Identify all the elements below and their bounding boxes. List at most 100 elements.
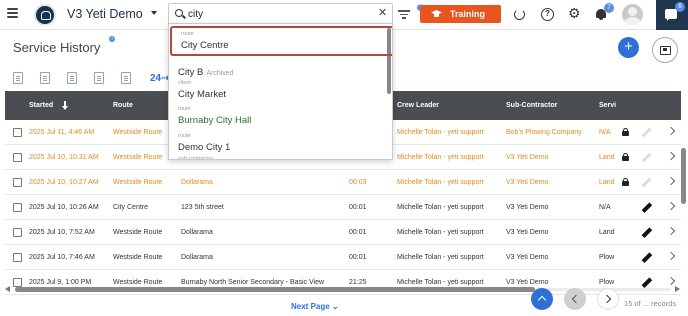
- chevron-right-icon[interactable]: [666, 176, 676, 186]
- col-route[interactable]: Route: [113, 102, 133, 109]
- sort-down-icon[interactable]: [62, 101, 67, 110]
- cell-duration: 00:01: [349, 204, 367, 211]
- cell-started: 2025 Jul 10, 7:52 AM: [29, 229, 95, 236]
- cell-site: Dollarama: [181, 254, 213, 261]
- scroll-thumb[interactable]: [15, 287, 535, 292]
- cell-site: Dollarama: [181, 229, 213, 236]
- cell-service: Land: [599, 229, 615, 236]
- export-icon[interactable]: [40, 72, 50, 84]
- chevron-right-icon[interactable]: [666, 126, 676, 136]
- company-name[interactable]: V3 Yeti Demo: [67, 7, 143, 21]
- add-button[interactable]: +: [618, 37, 639, 58]
- cell-started: 2025 Jul 10, 10:31 AM: [29, 154, 99, 161]
- cell-service: N/A: [599, 204, 611, 211]
- chevron-right-icon[interactable]: [666, 251, 676, 261]
- cell-sub: V3 Yeti Demo: [506, 204, 549, 211]
- records-count: 15 of ... records: [624, 299, 677, 308]
- menu-icon[interactable]: [7, 8, 18, 20]
- cell-route: Westside Route: [113, 129, 163, 136]
- cell-started: 2025 Jul 10, 7:46 AM: [29, 254, 95, 261]
- search-result-item[interactable]: sub contractor: [169, 153, 385, 159]
- table-row[interactable]: 2025 Jul 10, 10:27 AM Westside Route Dolla…: [5, 170, 681, 195]
- chevron-right-icon[interactable]: [666, 151, 676, 161]
- table-row[interactable]: 2025 Jul 10, 10:26 AM City Centre 123 5th …: [5, 195, 681, 220]
- refresh-icon[interactable]: [514, 9, 525, 20]
- row-checkbox[interactable]: [13, 253, 22, 262]
- cell-sub: V3 Yeti Demo: [506, 254, 549, 261]
- col-crew-leader[interactable]: Crew Leader: [397, 102, 439, 109]
- result-type: client: [178, 80, 191, 86]
- lock-icon: [622, 178, 629, 186]
- edit-icon[interactable]: [641, 202, 652, 213]
- row-checkbox[interactable]: [13, 128, 22, 137]
- col-started[interactable]: Started: [29, 102, 53, 109]
- chevron-right-icon[interactable]: [666, 201, 676, 211]
- row-checkbox[interactable]: [13, 153, 22, 162]
- scroll-right-icon[interactable]: [675, 286, 680, 292]
- page-title: Service History: [13, 40, 101, 55]
- row-checkbox[interactable]: [13, 228, 22, 237]
- download-icon[interactable]: [121, 72, 131, 84]
- cell-service: Land: [599, 179, 615, 186]
- col-sub-contractor[interactable]: Sub-Contractor: [506, 102, 557, 109]
- cell-service: Land: [599, 154, 615, 161]
- search-result-item[interactable]: route City Centre: [170, 26, 392, 56]
- cell-duration: 00:01: [349, 229, 367, 236]
- filter-icon[interactable]: [398, 10, 410, 19]
- cell-service: Plow: [599, 254, 615, 261]
- hours-toggle[interactable]: 24⇢: [150, 73, 170, 84]
- cell-sub: Bob's Plowing Company: [506, 129, 582, 136]
- cell-route: Westside Route: [113, 154, 163, 161]
- search-input[interactable]: [188, 7, 373, 21]
- next-page-link[interactable]: Next Page ⌄: [291, 302, 339, 311]
- cell-route: Westside Route: [113, 279, 163, 286]
- avatar[interactable]: [622, 4, 643, 25]
- title-help-icon[interactable]: ?: [109, 36, 115, 42]
- previous-page-button[interactable]: [564, 288, 586, 310]
- training-button[interactable]: Training: [420, 5, 501, 23]
- chevron-down-icon[interactable]: [151, 11, 157, 15]
- col-service[interactable]: Servi: [599, 102, 616, 109]
- document-icon[interactable]: [67, 72, 77, 84]
- lock-icon: [622, 128, 629, 136]
- edit-icon: [641, 127, 652, 138]
- cell-site: 123 5th street: [181, 204, 224, 211]
- search-results-dropdown: route City Centre City B Archived client City…: [168, 23, 393, 160]
- search-icon: [175, 9, 183, 17]
- result-name: City Market: [178, 89, 226, 100]
- report-icon[interactable]: [13, 72, 23, 84]
- cell-sub: V3 Yeti Demo: [506, 179, 549, 186]
- clear-search-icon[interactable]: ✕: [378, 6, 387, 19]
- search-result-item[interactable]: client City Market: [169, 77, 385, 105]
- map-button[interactable]: [652, 37, 678, 63]
- cell-site: Burnaby North Senior Secondary - Basic V…: [181, 279, 325, 286]
- archived-label: Archived: [206, 70, 234, 77]
- scroll-top-button[interactable]: [531, 288, 553, 310]
- gear-icon[interactable]: ⚙: [568, 6, 581, 20]
- vertical-scrollbar[interactable]: [681, 148, 686, 204]
- table-row[interactable]: 2025 Jul 10, 7:46 AM Westside Route Dollar…: [5, 245, 681, 270]
- next-page-button[interactable]: [597, 288, 619, 310]
- cell-service: Plow: [599, 279, 615, 286]
- cell-crew: Michelle Tolan - yeti support: [397, 129, 484, 136]
- cell-service: N/A: [599, 129, 611, 136]
- scroll-left-icon[interactable]: [5, 286, 10, 292]
- result-name-text: City Centre: [181, 40, 229, 51]
- result-name: Demo City 1: [178, 142, 230, 153]
- row-checkbox[interactable]: [13, 203, 22, 212]
- edit-icon[interactable]: [641, 227, 652, 238]
- help-icon[interactable]: ?: [541, 8, 554, 21]
- cell-crew: Michelle Tolan - yeti support: [397, 229, 484, 236]
- cell-duration: 00:01: [349, 254, 367, 261]
- table-row[interactable]: 2025 Jul 10, 7:52 AM Westside Route Dollar…: [5, 220, 681, 245]
- chevron-right-icon[interactable]: [666, 226, 676, 236]
- graduation-cap-icon: [431, 9, 442, 18]
- edit-icon[interactable]: [641, 252, 652, 263]
- row-checkbox[interactable]: [13, 178, 22, 187]
- chevron-right-icon[interactable]: [666, 276, 676, 286]
- copy-icon[interactable]: [94, 72, 104, 84]
- search-result-item[interactable]: route Burnaby City Hall: [169, 103, 385, 131]
- result-name-text: City Market: [178, 89, 227, 100]
- result-name: Burnaby City Hall: [178, 115, 251, 126]
- company-logo[interactable]: [34, 4, 56, 26]
